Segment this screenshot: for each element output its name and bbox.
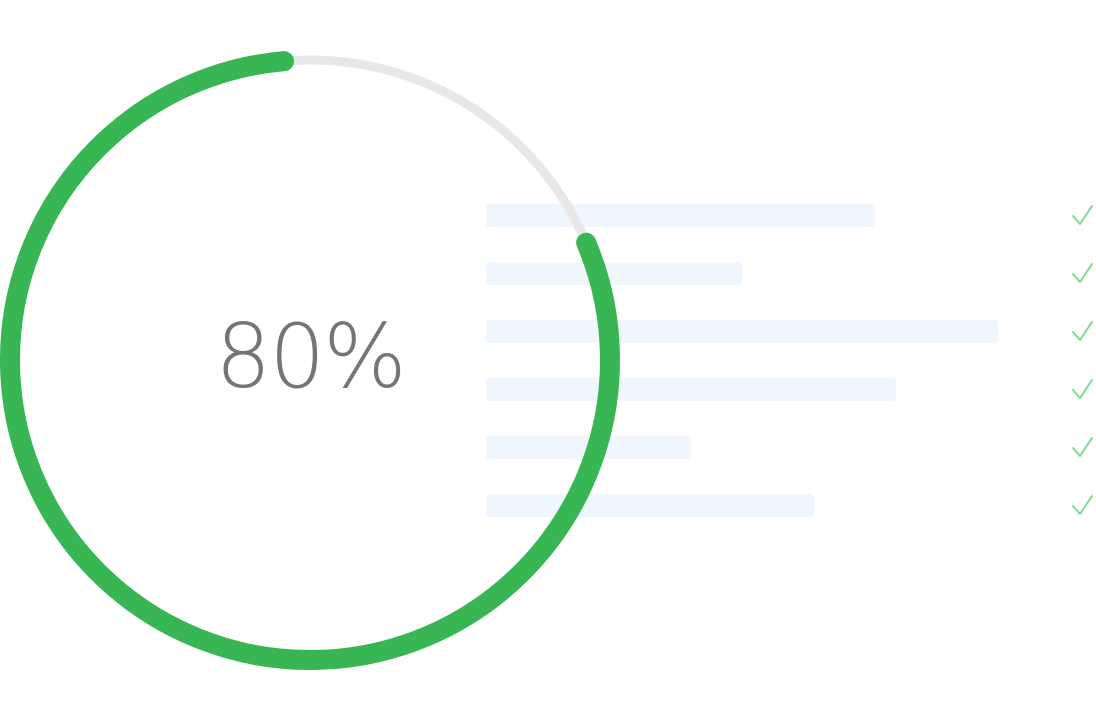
checkmark-icon <box>1072 321 1093 341</box>
placeholder-text-bar <box>486 204 875 227</box>
checkmark-icon <box>1072 205 1093 225</box>
placeholder-text-bar <box>486 320 998 343</box>
progress-summary-card: 80% <box>0 0 1096 720</box>
checkmark-icon <box>1072 437 1093 457</box>
placeholder-text-bar <box>486 436 691 459</box>
progress-percent-label: 80% <box>215 305 407 408</box>
checkmark-icon <box>1072 495 1093 515</box>
placeholder-text-list <box>486 204 1046 524</box>
checkmark-icon <box>1072 379 1093 399</box>
placeholder-text-bar <box>486 494 814 517</box>
placeholder-text-bar <box>486 378 896 401</box>
placeholder-text-bar <box>486 262 742 285</box>
checkmark-column <box>1070 200 1096 530</box>
checkmark-icon <box>1072 263 1093 283</box>
